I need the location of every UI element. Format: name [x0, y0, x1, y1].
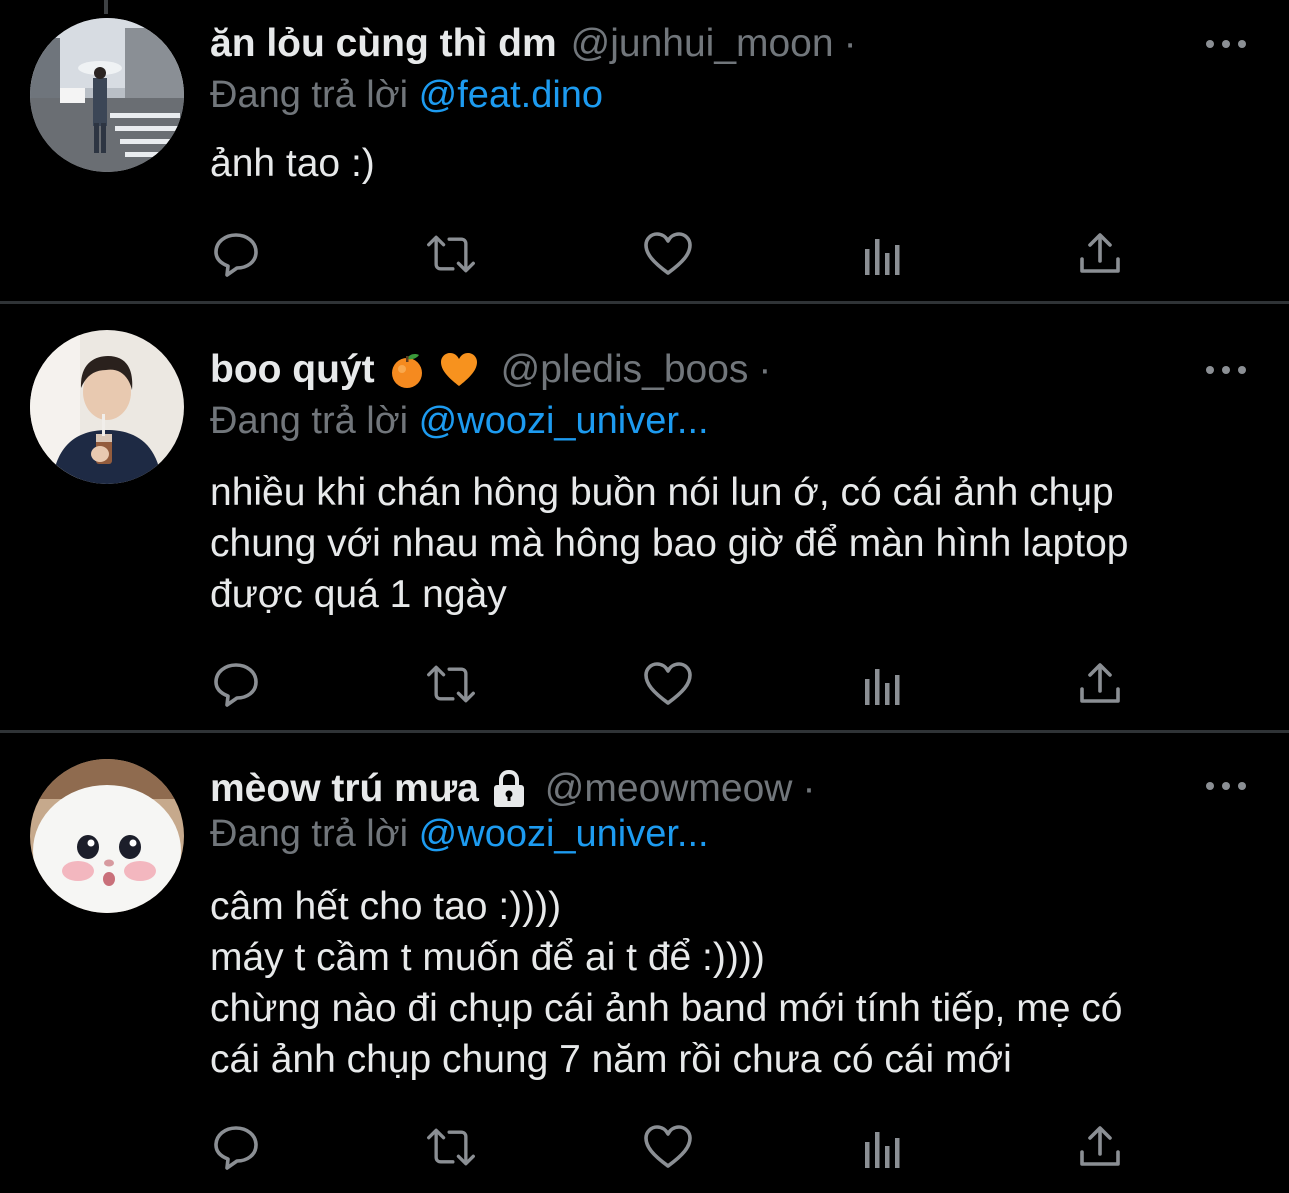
analytics-icon[interactable]: [858, 660, 910, 708]
retweet-icon[interactable]: [425, 230, 477, 278]
reply-context: Đang trả lời @woozi_univer...: [210, 813, 709, 856]
reply-prefix: Đang trả lời: [210, 813, 409, 855]
tweet-text-line: ảnh tao :): [210, 142, 375, 185]
tweet[interactable]: mèow trú mưa @meowmeow · Đang trả lời @w…: [0, 733, 1289, 1193]
avatar[interactable]: [30, 759, 184, 913]
share-icon[interactable]: [1074, 230, 1126, 278]
tweet-text-line: câm hết cho tao :)))): [210, 885, 562, 928]
separator-dot: ·: [843, 22, 857, 65]
tweet-actions: [210, 660, 1130, 708]
reply-prefix: Đang trả lời: [210, 74, 409, 116]
tweet-text-line: máy t cầm t muốn để ai t để :)))): [210, 936, 765, 979]
tweet-text-line: được quá 1 ngày: [210, 573, 507, 616]
analytics-icon[interactable]: [858, 1123, 910, 1171]
tweet-text: ảnh tao :): [210, 138, 1260, 189]
tweet-text: nhiều khi chán hông buồn nói lun ớ, có c…: [210, 467, 1260, 620]
tweet[interactable]: boo quýt @pledis_boos · Đang trả lời @wo…: [0, 304, 1289, 730]
tangerine-emoji: [389, 351, 425, 389]
reply-icon[interactable]: [210, 230, 262, 278]
separator-dot: ·: [758, 348, 772, 391]
reply-context: Đang trả lời @feat.dino: [210, 74, 603, 117]
share-icon[interactable]: [1074, 660, 1126, 708]
share-icon[interactable]: [1074, 1123, 1126, 1171]
display-name[interactable]: mèow trú mưa: [210, 767, 479, 811]
reply-context: Đang trả lời @woozi_univer...: [210, 400, 709, 443]
like-icon[interactable]: [642, 1123, 694, 1171]
retweet-icon[interactable]: [425, 1123, 477, 1171]
retweet-icon[interactable]: [425, 660, 477, 708]
analytics-icon[interactable]: [858, 230, 910, 278]
tweet-text-line: chung với nhau mà hông bao giờ để màn hì…: [210, 522, 1129, 565]
reply-icon[interactable]: [210, 660, 262, 708]
like-icon[interactable]: [642, 230, 694, 278]
user-handle[interactable]: @meowmeow: [545, 767, 793, 811]
tweet-text: câm hết cho tao :)))) máy t cầm t muốn đ…: [210, 881, 1260, 1085]
tweet-text-line: nhiều khi chán hông buồn nói lun ớ, có c…: [210, 471, 1114, 514]
more-options-icon[interactable]: [1206, 776, 1246, 796]
more-options-icon[interactable]: [1206, 34, 1246, 54]
avatar[interactable]: [30, 18, 184, 172]
tweet-header: mèow trú mưa @meowmeow ·: [210, 763, 815, 815]
reply-mention-link[interactable]: @woozi_univer...: [419, 400, 709, 442]
orange-heart-emoji: [439, 352, 479, 388]
like-icon[interactable]: [642, 660, 694, 708]
tweet-text-line: cái ảnh chụp chung 7 năm rồi chưa có cái…: [210, 1038, 1012, 1081]
avatar[interactable]: [30, 330, 184, 484]
more-options-icon[interactable]: [1206, 360, 1246, 380]
reply-mention-link[interactable]: @feat.dino: [419, 74, 603, 116]
lock-icon: [489, 769, 529, 809]
tweet-actions: [210, 230, 1130, 278]
tweet-header: ăn lỏu cùng thì dm @junhui_moon ·: [210, 18, 857, 70]
display-name[interactable]: boo quýt: [210, 348, 375, 392]
user-handle[interactable]: @pledis_boos: [501, 348, 749, 392]
user-handle[interactable]: @junhui_moon: [571, 22, 834, 66]
reply-icon[interactable]: [210, 1123, 262, 1171]
tweet-actions: [210, 1123, 1130, 1171]
tweet-text-line: chừng nào đi chụp cái ảnh band mới tính …: [210, 987, 1123, 1030]
display-name[interactable]: ăn lỏu cùng thì dm: [210, 22, 557, 66]
tweet[interactable]: ăn lỏu cùng thì dm @junhui_moon · Đang t…: [0, 0, 1289, 300]
reply-mention-link[interactable]: @woozi_univer...: [419, 813, 709, 855]
tweet-header: boo quýt @pledis_boos ·: [210, 344, 771, 396]
reply-prefix: Đang trả lời: [210, 400, 409, 442]
separator-dot: ·: [802, 767, 816, 810]
